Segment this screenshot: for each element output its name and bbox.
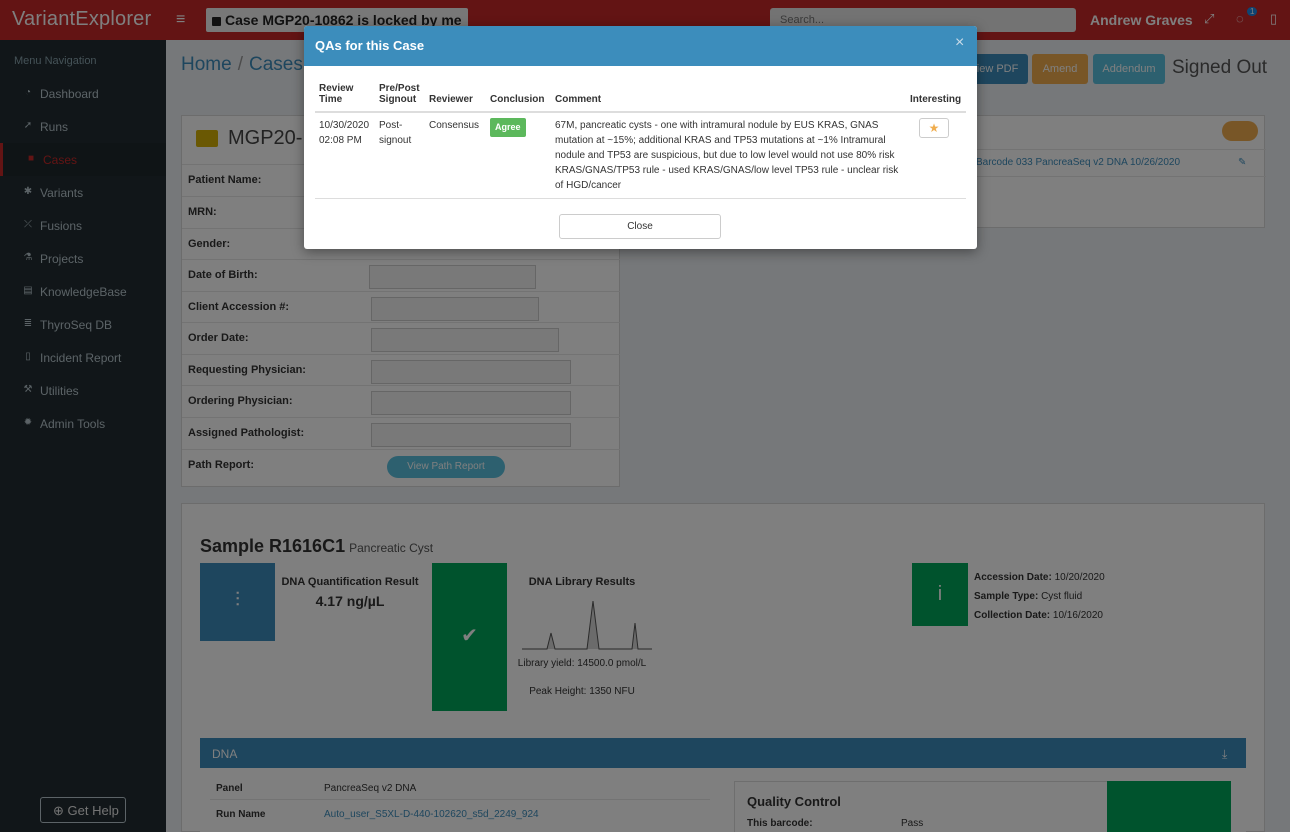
modal-title: QAs for this Case <box>315 38 425 53</box>
col-comment: Comment <box>551 81 906 113</box>
modal-header: QAs for this Case × <box>304 26 977 66</box>
qa-table: Review Time Pre/Post Signout Reviewer Co… <box>315 81 966 199</box>
table-row: 10/30/2020 02:08 PM Post-signout Consens… <box>315 112 966 199</box>
qa-table-header-row: Review Time Pre/Post Signout Reviewer Co… <box>315 81 966 113</box>
conclusion-cell: Agree <box>486 112 551 199</box>
signout-status: Post-signout <box>375 112 425 199</box>
review-time: 10/30/2020 02:08 PM <box>315 112 375 199</box>
interesting-cell: ★ <box>906 112 966 199</box>
comment: 67M, pancreatic cysts - one with intramu… <box>551 112 906 199</box>
close-button[interactable]: Close <box>559 214 721 239</box>
qa-modal: QAs for this Case × Review Time Pre/Post… <box>304 26 977 249</box>
col-conclusion: Conclusion <box>486 81 551 113</box>
col-signout: Pre/Post Signout <box>375 81 425 113</box>
col-reviewer: Reviewer <box>425 81 486 113</box>
star-icon[interactable]: ★ <box>919 118 949 138</box>
close-icon[interactable]: × <box>955 34 964 52</box>
reviewer: Consensus <box>425 112 486 199</box>
conclusion-badge: Agree <box>490 118 526 137</box>
col-review-time: Review Time <box>315 81 375 113</box>
col-interesting: Interesting <box>906 81 966 113</box>
